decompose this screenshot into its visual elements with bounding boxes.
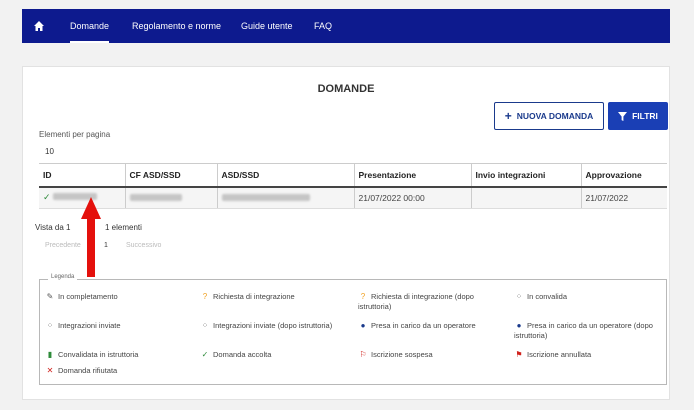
filter-button[interactable]: FILTRI	[608, 102, 668, 130]
legend-box: Legenda ✎ In completamento ? Richiesta di …	[39, 274, 667, 385]
legend-label: Richiesta di integrazione	[213, 292, 295, 301]
col-header-asd[interactable]: ASD/SSD	[216, 163, 354, 188]
per-page-select[interactable]: 10	[45, 147, 54, 156]
legend-item-convalidata: ▮ Convalidata in istruttoria	[45, 350, 139, 360]
legend-label: Richiesta di integrazione (dopo istrutto…	[358, 292, 474, 311]
page-title: DOMANDE	[317, 83, 375, 95]
legend-item-integrazioni-inviate: ⁘ Integrazioni inviate	[45, 321, 121, 331]
pencil-icon: ✎	[46, 292, 54, 301]
pagination-prev[interactable]: Precedente	[45, 242, 81, 249]
cross-icon: ✕	[46, 366, 54, 375]
question-icon: ?	[360, 292, 366, 301]
annotation-arrow-icon	[81, 197, 101, 277]
legend-label: In completamento	[58, 292, 118, 301]
legend-label: Presa in carico da un operatore (dopo is…	[514, 321, 653, 340]
check-icon: ✓	[201, 350, 209, 359]
legend-label: Domanda accolta	[213, 350, 272, 359]
legend-label: Iscrizione annullata	[527, 350, 592, 359]
legend-label: Integrazioni inviate (dopo istruttoria)	[213, 321, 333, 330]
filter-label: FILTRI	[632, 111, 658, 121]
cell-approvazione: 21/07/2022	[580, 186, 667, 209]
spinner-icon: ⁘	[515, 292, 523, 301]
table-row[interactable]: ✓ 21/07/2022 00:00 21/07/2022	[39, 186, 667, 209]
domande-table: ID CF ASD/SSD ASD/SSD Presentazione Invi…	[39, 163, 667, 209]
top-navbar: Domande Regolamento e norme Guide utente…	[22, 9, 670, 43]
home-icon[interactable]	[33, 20, 45, 32]
cell-asd	[216, 186, 354, 209]
legend-item-presa-in-carico-dopo: ● Presa in carico da un operatore (dopo i…	[514, 321, 664, 341]
legend-label: In convalida	[527, 292, 568, 301]
table-header-row: ID CF ASD/SSD ASD/SSD Presentazione Invi…	[39, 163, 667, 188]
legend-label: Presa in carico da un operatore	[371, 321, 476, 330]
legend-label: Domanda rifiutata	[58, 366, 118, 375]
filter-icon	[618, 111, 628, 121]
legend-item-iscrizione-sospesa: ⚐ Iscrizione sospesa	[358, 350, 433, 360]
nav-item-domande[interactable]: Domande	[70, 9, 110, 43]
domande-card: DOMANDE + NUOVA DOMANDA FILTRI Elementi …	[22, 66, 670, 400]
user-icon: ●	[360, 321, 366, 330]
cell-presentazione: 21/07/2022 00:00	[353, 186, 471, 209]
check-icon: ✓	[43, 192, 51, 203]
legend-item-domanda-accolta: ✓ Domanda accolta	[200, 350, 272, 360]
flag-outline-icon: ⚐	[359, 350, 367, 359]
col-header-cf[interactable]: CF ASD/SSD	[124, 163, 217, 188]
col-header-invio-integrazioni[interactable]: Invio integrazioni	[470, 163, 581, 188]
spinner-icon: ⁘	[46, 321, 54, 330]
legend-item-integrazioni-inviate-dopo: ⁘ Integrazioni inviate (dopo istruttoria)	[200, 321, 333, 331]
legend-label: Iscrizione sospesa	[371, 350, 433, 359]
plus-icon: +	[504, 109, 512, 123]
nav-item-faq[interactable]: FAQ	[314, 9, 332, 43]
legend-item-in-convalida: ⁘ In convalida	[514, 292, 567, 302]
col-header-approvazione[interactable]: Approvazione	[580, 163, 667, 188]
legend-item-richiesta-integrazione-dopo: ? Richiesta di integrazione (dopo istrutt…	[358, 292, 498, 312]
redacted-cf	[129, 193, 182, 201]
pagination-summary-start: Vista da 1	[35, 223, 71, 232]
spinner-icon: ⁘	[201, 321, 209, 330]
legend-item-richiesta-integrazione: ? Richiesta di integrazione	[200, 292, 295, 302]
pagination-page-current[interactable]: 1	[104, 242, 108, 249]
col-header-presentazione[interactable]: Presentazione	[353, 163, 471, 188]
legend-item-domanda-rifiutata: ✕ Domanda rifiutata	[45, 366, 118, 376]
cell-invio-integrazioni	[470, 186, 581, 209]
legend-label: Convalidata in istruttoria	[58, 350, 139, 359]
question-icon: ?	[202, 292, 208, 301]
bookmark-icon: ▮	[47, 350, 53, 359]
legend-item-iscrizione-annullata: ⚑ Iscrizione annullata	[514, 350, 591, 360]
legend-title: Legenda	[48, 274, 78, 280]
redacted-asd	[221, 193, 310, 201]
pagination-next[interactable]: Successivo	[126, 242, 161, 249]
user-icon: ●	[516, 321, 522, 330]
per-page-label: Elementi per pagina	[39, 130, 111, 139]
new-domanda-button[interactable]: + NUOVA DOMANDA	[494, 102, 604, 130]
pagination-summary-end: 1 elementi	[105, 223, 142, 232]
cell-cf	[124, 186, 217, 209]
flag-icon: ⚑	[515, 350, 523, 359]
legend-item-presa-in-carico: ● Presa in carico da un operatore	[358, 321, 476, 331]
legend-label: Integrazioni inviate	[58, 321, 121, 330]
col-header-id[interactable]: ID	[39, 163, 125, 188]
legend-item-in-completamento: ✎ In completamento	[45, 292, 118, 302]
nav-item-guide-utente[interactable]: Guide utente	[241, 9, 293, 43]
nav-item-regolamento[interactable]: Regolamento e norme	[132, 9, 221, 43]
new-domanda-label: NUOVA DOMANDA	[516, 111, 594, 121]
